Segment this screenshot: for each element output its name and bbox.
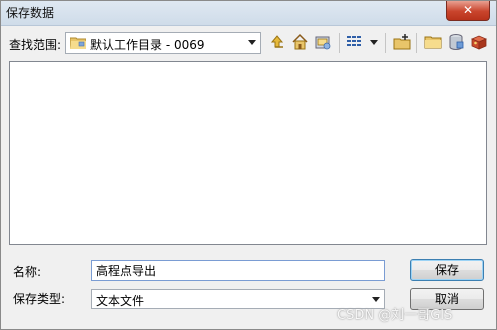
save-data-dialog: 保存数据 ✕ 查找范围: 默认工作目录 - 0069 名称: 高程点导出 保存类… bbox=[0, 0, 497, 330]
chevron-down-icon bbox=[372, 297, 380, 302]
close-icon: ✕ bbox=[462, 3, 474, 17]
watermark: CSDN @刘一哥GIS bbox=[337, 308, 453, 323]
toolbar-separator bbox=[416, 33, 417, 53]
folder-icon bbox=[70, 37, 86, 49]
close-button[interactable]: ✕ bbox=[446, 1, 490, 21]
toolbar-separator bbox=[339, 33, 340, 53]
new-folder-icon[interactable] bbox=[393, 33, 411, 51]
look-in-dropdown[interactable]: 默认工作目录 - 0069 bbox=[65, 32, 261, 54]
filetype-label: 保存类型: bbox=[13, 292, 66, 306]
connect-folder-icon[interactable] bbox=[314, 33, 332, 51]
look-in-value: 默认工作目录 - 0069 bbox=[90, 38, 205, 52]
up-one-level-icon[interactable] bbox=[268, 33, 286, 51]
folder-icon[interactable] bbox=[424, 33, 442, 51]
database-icon[interactable] bbox=[447, 33, 465, 51]
filename-label: 名称: bbox=[13, 265, 42, 279]
toolbar-separator bbox=[385, 33, 386, 53]
toolbox-icon[interactable] bbox=[470, 33, 488, 51]
save-button[interactable]: 保存 bbox=[410, 259, 484, 281]
home-icon[interactable] bbox=[291, 33, 309, 51]
window-title: 保存数据 bbox=[6, 6, 55, 20]
filename-input[interactable] bbox=[91, 260, 385, 281]
file-list[interactable] bbox=[9, 61, 487, 245]
view-menu-icon[interactable] bbox=[346, 33, 364, 51]
look-in-label: 查找范围: bbox=[9, 38, 62, 52]
filetype-value: 文本文件 bbox=[96, 294, 145, 308]
title-bar[interactable]: 保存数据 ✕ bbox=[1, 1, 496, 26]
view-dropdown-arrow-icon[interactable] bbox=[370, 40, 378, 45]
chevron-down-icon bbox=[248, 40, 256, 45]
